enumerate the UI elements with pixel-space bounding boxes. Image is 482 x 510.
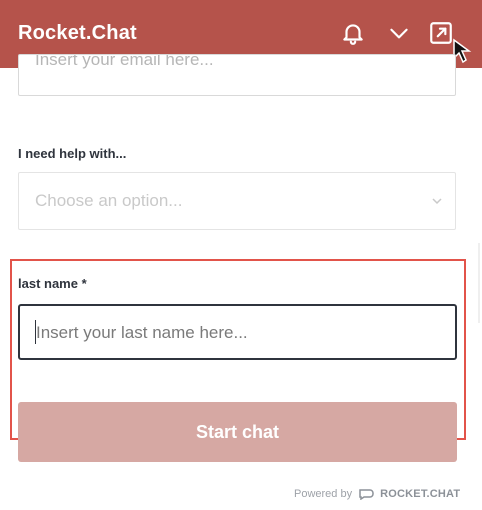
start-chat-button[interactable]: Start chat: [18, 402, 457, 462]
last-name-label: last name *: [18, 276, 87, 291]
rocket-chat-logo-icon: [359, 489, 374, 500]
chevron-down-icon[interactable]: [386, 20, 412, 46]
email-field[interactable]: Insert your email here...: [18, 54, 456, 96]
chat-form: Insert your email here... I need help wi…: [0, 54, 482, 510]
scrollbar[interactable]: [478, 243, 480, 323]
bell-icon[interactable]: [340, 20, 366, 46]
chevron-down-icon: [432, 198, 442, 205]
help-select-placeholder: Choose an option...: [35, 191, 183, 210]
email-placeholder: Insert your email here...: [35, 54, 214, 69]
help-label: I need help with...: [18, 146, 127, 161]
last-name-placeholder: Insert your last name here...: [36, 323, 248, 342]
last-name-input[interactable]: Insert your last name here...: [18, 304, 457, 360]
powered-by: Powered by ROCKET.CHAT: [294, 488, 460, 500]
help-select[interactable]: Choose an option...: [18, 172, 456, 230]
external-link-icon[interactable]: [428, 20, 454, 46]
app-title: Rocket.Chat: [18, 22, 137, 44]
powered-by-label: Powered by: [294, 488, 353, 500]
brand-name: ROCKET.CHAT: [380, 488, 461, 500]
